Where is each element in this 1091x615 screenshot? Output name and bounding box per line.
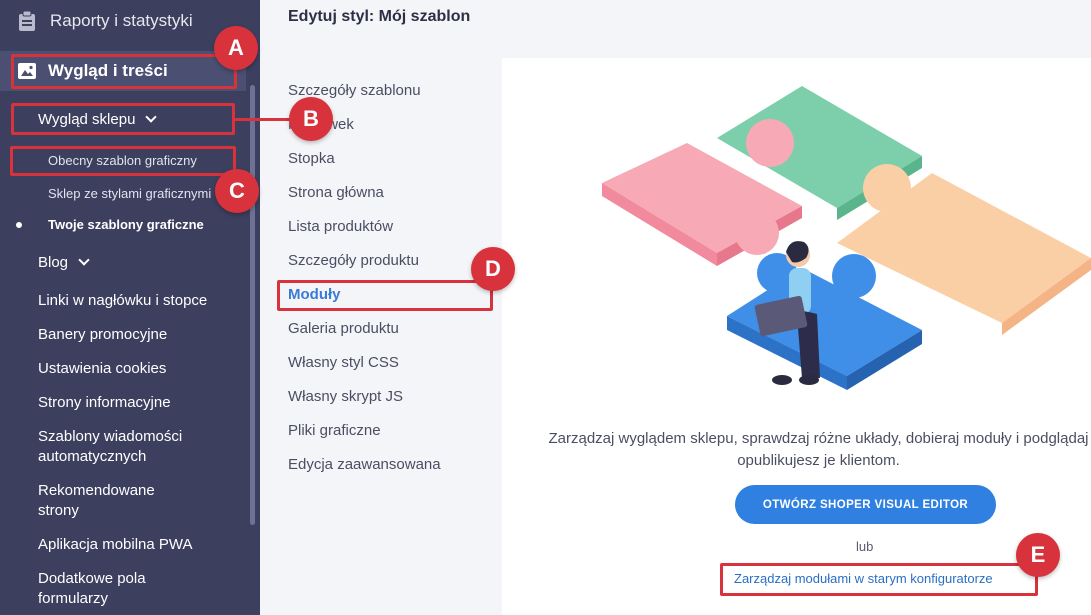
description-line-1: Zarządzaj wyglądem sklepu, sprawdzaj róż…	[548, 430, 1089, 447]
sidebar-subitem-your-templates[interactable]: Twoje szablony graficzne	[48, 217, 204, 232]
panel-description: Zarządzaj wyglądem sklepu, sprawdzaj róż…	[546, 428, 1091, 472]
sidebar-item-label: Raporty i statystyki	[50, 11, 193, 30]
sidebar-item-blog[interactable]: Blog	[38, 253, 90, 273]
chevron-down-icon	[78, 254, 90, 266]
menu-item-product-details[interactable]: Szczegóły produktu	[288, 252, 419, 269]
sidebar-item-label: Blog	[38, 254, 69, 271]
sidebar-item-message-templates[interactable]: Szablony wiadomości automatycznych	[38, 427, 182, 467]
open-visual-editor-button[interactable]: OTWÓRZ SHOPER VISUAL EDITOR	[735, 485, 996, 524]
annotation-badge-e: E	[1016, 533, 1060, 577]
puzzle-illustration	[602, 86, 1091, 390]
visual-editor-panel: Zarządzaj wyglądem sklepu, sprawdzaj róż…	[502, 58, 1091, 615]
highlight-box-c	[10, 146, 236, 176]
sidebar-item-pwa[interactable]: Aplikacja mobilna PWA	[38, 535, 193, 555]
highlight-box-a	[11, 54, 237, 89]
menu-item-custom-js[interactable]: Własny skrypt JS	[288, 388, 403, 405]
menu-item-footer[interactable]: Stopka	[288, 150, 335, 167]
sidebar-item-info-pages[interactable]: Strony informacyjne	[38, 393, 171, 413]
sidebar: Raporty i statystyki Wygląd i treści Wyg…	[0, 0, 260, 615]
annotation-badge-c: C	[215, 169, 259, 213]
sidebar-item-cookies[interactable]: Ustawienia cookies	[38, 359, 166, 379]
sidebar-scrollbar[interactable]	[250, 85, 255, 525]
description-line-2: opublikujesz je klientom.	[737, 452, 900, 469]
sidebar-item-recommended-pages[interactable]: Rekomendowane strony	[38, 481, 155, 521]
or-separator: lub	[856, 539, 874, 554]
annotation-badge-b: B	[289, 97, 333, 141]
menu-item-graphic-files[interactable]: Pliki graficzne	[288, 422, 381, 439]
sidebar-subitem-style-shop[interactable]: Sklep ze stylami graficznymi	[48, 186, 211, 201]
sidebar-item-form-fields[interactable]: Dodatkowe pola formularzy	[38, 569, 146, 609]
menu-item-product-list[interactable]: Lista produktów	[288, 218, 393, 235]
highlight-box-d	[277, 280, 493, 311]
menu-item-advanced-edit[interactable]: Edycja zaawansowana	[288, 456, 441, 473]
menu-item-custom-css[interactable]: Własny styl CSS	[288, 354, 399, 371]
menu-item-product-gallery[interactable]: Galeria produktu	[288, 320, 399, 337]
sidebar-item-banners[interactable]: Banery promocyjne	[38, 325, 167, 345]
highlight-box-b	[11, 103, 235, 135]
menu-item-homepage[interactable]: Strona główna	[288, 184, 384, 201]
clipboard-icon	[19, 11, 35, 31]
active-indicator-dot	[16, 222, 22, 228]
annotation-badge-d: D	[471, 247, 515, 291]
annotation-connector-b	[235, 118, 290, 121]
annotation-badge-a: A	[214, 26, 258, 70]
highlight-box-e	[720, 563, 1038, 596]
page-title: Edytuj styl: Mój szablon	[288, 8, 471, 25]
sidebar-item-links[interactable]: Linki w nagłówku i stopce	[38, 291, 207, 311]
